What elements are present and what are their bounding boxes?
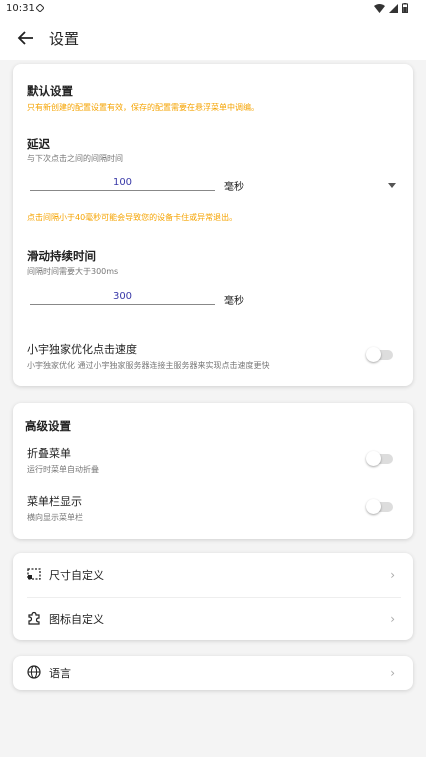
location-icon bbox=[36, 4, 44, 12]
optimize-desc: 小宇独家优化 通过小宇独家服务器连接主服务器来实现点击速度更快 bbox=[27, 361, 270, 370]
advanced-settings-title: 高级设置 bbox=[25, 419, 71, 433]
app-bar: 设置 bbox=[0, 18, 426, 60]
chevron-right-icon: › bbox=[390, 666, 395, 680]
menubar-desc: 横向显示菜单栏 bbox=[27, 513, 83, 522]
delay-label: 延迟 bbox=[27, 137, 50, 151]
default-settings-note: 只有新创建的配置设置有效，保存的配置需要在悬浮菜单中调编。 bbox=[27, 103, 259, 112]
delay-input[interactable] bbox=[30, 177, 215, 191]
size-customize-row[interactable]: 尺寸自定义 › bbox=[13, 553, 413, 597]
size-customize-label: 尺寸自定义 bbox=[49, 569, 104, 582]
optimize-label: 小宇独家优化点击速度 bbox=[27, 343, 137, 356]
back-arrow-icon[interactable] bbox=[16, 28, 36, 48]
icon-customize-row[interactable]: 图标自定义 › bbox=[13, 597, 413, 641]
default-settings-title: 默认设置 bbox=[27, 84, 73, 98]
status-bar: 10:31 bbox=[0, 0, 426, 18]
swipe-label: 滑动持续时间 bbox=[27, 249, 96, 263]
battery-icon bbox=[402, 3, 408, 13]
customize-card: 尺寸自定义 › 图标自定义 › bbox=[13, 553, 413, 640]
swipe-input[interactable] bbox=[30, 291, 215, 305]
menubar-toggle[interactable] bbox=[366, 499, 393, 514]
language-label: 语言 bbox=[49, 667, 71, 680]
delay-unit-select[interactable]: 毫秒 bbox=[224, 178, 244, 193]
delay-warning: 点击间隔小于40毫秒可能会导致您的设备卡住或异常退出。 bbox=[27, 213, 238, 222]
language-card: 语言 › bbox=[13, 656, 413, 690]
chevron-right-icon: › bbox=[390, 568, 395, 582]
chevron-right-icon: › bbox=[390, 612, 395, 626]
advanced-settings-card: 高级设置 折叠菜单 运行时菜单自动折叠 菜单栏显示 横向显示菜单栏 bbox=[13, 403, 413, 539]
globe-icon bbox=[27, 665, 41, 679]
status-time: 10:31 bbox=[6, 3, 35, 14]
page-title: 设置 bbox=[49, 30, 80, 48]
fold-menu-toggle[interactable] bbox=[366, 451, 393, 466]
wifi-icon bbox=[374, 3, 385, 13]
dropdown-arrow-icon[interactable] bbox=[388, 183, 396, 188]
icon-customize-label: 图标自定义 bbox=[49, 613, 104, 626]
puzzle-icon bbox=[28, 611, 40, 625]
fold-menu-label: 折叠菜单 bbox=[27, 447, 71, 460]
signal-icon bbox=[389, 3, 398, 13]
status-icons bbox=[374, 3, 408, 13]
menubar-label: 菜单栏显示 bbox=[27, 495, 82, 508]
language-row[interactable]: 语言 › bbox=[13, 651, 413, 695]
optimize-toggle[interactable] bbox=[366, 347, 393, 362]
delay-desc: 与下次点击之间的间隔时间 bbox=[27, 154, 123, 163]
fold-menu-desc: 运行时菜单自动折叠 bbox=[27, 465, 99, 474]
size-frame-icon bbox=[27, 568, 41, 580]
swipe-unit: 毫秒 bbox=[224, 296, 244, 307]
default-settings-card: 默认设置 只有新创建的配置设置有效，保存的配置需要在悬浮菜单中调编。 延迟 与下… bbox=[13, 64, 413, 386]
swipe-desc: 间隔时间需要大于300ms bbox=[27, 267, 119, 276]
